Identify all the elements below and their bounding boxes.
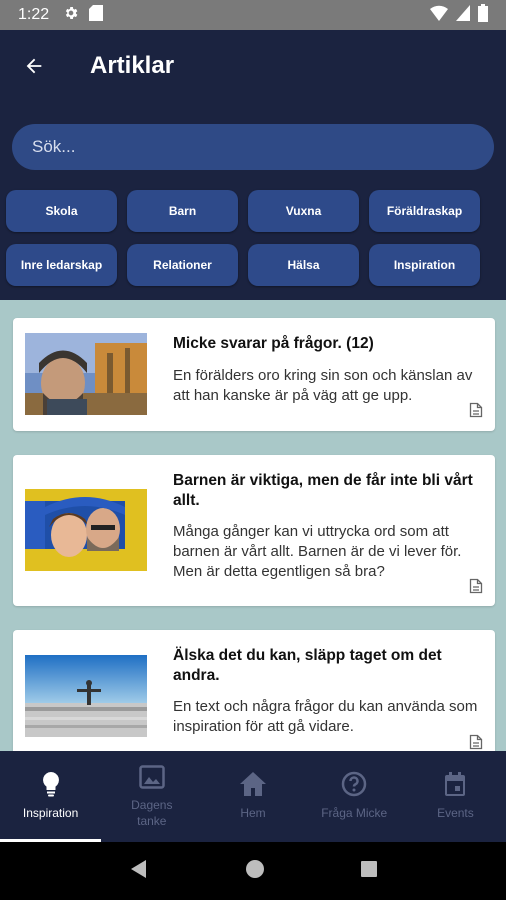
bottom-navigation: Inspiration Dagens tanke Hem Fråga Micke… [0, 751, 506, 842]
category-chip-halsa[interactable]: Hälsa [248, 244, 359, 286]
status-bar: 1:22 [0, 0, 506, 30]
category-chip-inspiration[interactable]: Inspiration [369, 244, 480, 286]
wifi-icon [430, 5, 448, 26]
signal-icon [456, 4, 470, 26]
help-circle-icon [341, 771, 367, 797]
nav-label: Fråga Micke [321, 806, 388, 820]
article-list[interactable]: Micke svarar på frågor. (12) En förälder… [0, 300, 506, 751]
article-thumbnail [25, 489, 147, 571]
article-title: Micke svarar på frågor. (12) [173, 335, 374, 352]
nav-label: Dagens tanke [131, 798, 173, 828]
nav-label: Inspiration [22, 806, 79, 820]
system-back-icon[interactable] [128, 858, 150, 885]
category-chip-barn[interactable]: Barn [127, 190, 238, 232]
home-icon [240, 772, 266, 796]
category-chips: Skola Barn Vuxna Föräldraskap Inre ledar… [6, 190, 500, 286]
article-thumbnail [25, 333, 147, 415]
article-title: Barnen är viktiga, men de får inte bli v… [173, 472, 473, 509]
nav-dagens-tanke[interactable]: Dagens tanke [101, 751, 202, 842]
category-chip-relationer[interactable]: Relationer [127, 244, 238, 286]
calendar-icon [445, 772, 466, 796]
status-time: 1:22 [18, 6, 50, 23]
page-title: Artiklar [90, 52, 175, 79]
system-recents-icon[interactable] [360, 860, 378, 883]
battery-icon [478, 3, 488, 27]
category-chip-skola[interactable]: Skola [6, 190, 117, 232]
article-title: Älska det du kan, släpp taget om det and… [173, 647, 442, 684]
document-icon [469, 402, 483, 418]
nav-fraga-micke[interactable]: Fråga Micke [304, 751, 405, 842]
category-chip-foraldraskap[interactable]: Föräldraskap [369, 190, 480, 232]
app-header: Artiklar Skola Barn Vuxna Föräldraskap I… [0, 30, 506, 300]
system-navigation-bar [0, 842, 506, 900]
nav-events[interactable]: Events [405, 751, 506, 842]
category-chip-vuxna[interactable]: Vuxna [248, 190, 359, 232]
document-icon [469, 734, 483, 750]
article-card[interactable]: Micke svarar på frågor. (12) En förälder… [13, 318, 495, 431]
nav-label: Events [437, 806, 474, 820]
nav-label: Hem [240, 806, 266, 820]
lightbulb-icon [42, 772, 59, 797]
system-home-icon[interactable] [245, 859, 265, 884]
article-card[interactable]: Barnen är viktiga, men de får inte bli v… [13, 455, 495, 606]
article-card[interactable]: Älska det du kan, släpp taget om det and… [13, 630, 495, 751]
category-chip-inre-ledarskap[interactable]: Inre ledarskap [6, 244, 117, 286]
document-icon [469, 578, 483, 594]
search-input[interactable] [12, 124, 494, 170]
nav-inspiration[interactable]: Inspiration [0, 751, 102, 842]
arrow-left-icon [26, 58, 42, 74]
sd-card-icon [89, 4, 104, 26]
article-description: Många gånger kan vi uttrycka ord som att… [173, 523, 462, 580]
back-button[interactable] [18, 50, 50, 82]
article-thumbnail [25, 655, 147, 737]
article-description: En text och några frågor du kan använda … [173, 698, 478, 735]
nav-hem[interactable]: Hem [202, 751, 303, 842]
article-description: En förälders oro kring sin son och känsl… [173, 367, 473, 404]
settings-icon [63, 5, 79, 26]
image-icon [139, 765, 165, 789]
